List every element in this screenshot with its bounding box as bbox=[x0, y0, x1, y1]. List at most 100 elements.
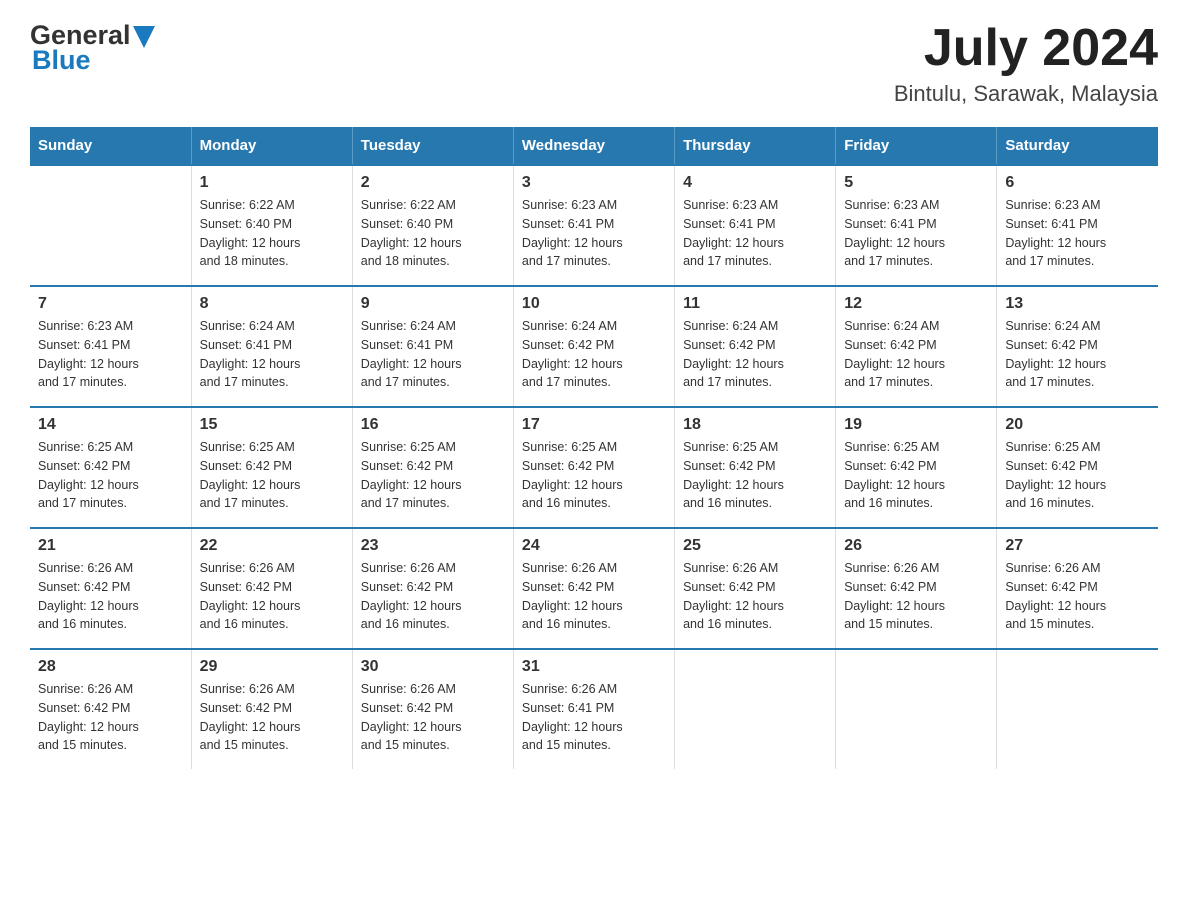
table-row: 25Sunrise: 6:26 AM Sunset: 6:42 PM Dayli… bbox=[675, 528, 836, 649]
day-info: Sunrise: 6:26 AM Sunset: 6:42 PM Dayligh… bbox=[38, 559, 183, 634]
table-row: 28 Sunrise: 6:26 AM Sunset: 6:42 PM Dayli… bbox=[30, 649, 191, 769]
day-number: 26 bbox=[844, 537, 988, 555]
day-number: 21 bbox=[38, 537, 183, 555]
day-info: Sunrise: 6:22 AM Sunset: 6:40 PM Dayligh… bbox=[200, 196, 344, 271]
day-number: 3 bbox=[522, 174, 666, 192]
col-friday: Friday bbox=[836, 127, 997, 165]
table-row: 9Sunrise: 6:24 AM Sunset: 6:41 PM Daylig… bbox=[352, 286, 513, 407]
calendar-week-row: 14 Sunrise: 6:25 AM Sunset: 6:42 PM Dayli… bbox=[30, 407, 1158, 528]
day-info: Sunrise: 6:26 AM Sunset: 6:42 PM Dayligh… bbox=[200, 559, 344, 634]
table-row: 29 Sunrise: 6:26 AM Sunset: 6:42 PM Dayli… bbox=[191, 649, 352, 769]
logo: General Blue bbox=[30, 20, 155, 76]
table-row: 20Sunrise: 6:25 AM Sunset: 6:42 PM Dayli… bbox=[997, 407, 1158, 528]
table-row: 15Sunrise: 6:25 AM Sunset: 6:42 PM Dayli… bbox=[191, 407, 352, 528]
day-number: 1 bbox=[200, 174, 344, 192]
col-sunday: Sunday bbox=[30, 127, 191, 165]
day-number: 2 bbox=[361, 174, 505, 192]
day-number: 18 bbox=[683, 416, 827, 434]
table-row: 5 Sunrise: 6:23 AM Sunset: 6:41 PM Daylig… bbox=[836, 165, 997, 286]
col-tuesday: Tuesday bbox=[352, 127, 513, 165]
day-number: 23 bbox=[361, 537, 505, 555]
table-row: 2 Sunrise: 6:22 AM Sunset: 6:40 PM Daylig… bbox=[352, 165, 513, 286]
day-info: Sunrise: 6:24 AM Sunset: 6:42 PM Dayligh… bbox=[1005, 317, 1150, 392]
day-number: 5 bbox=[844, 174, 988, 192]
day-number: 6 bbox=[1005, 174, 1150, 192]
table-row bbox=[675, 649, 836, 769]
calendar-week-row: 7Sunrise: 6:23 AM Sunset: 6:41 PM Daylig… bbox=[30, 286, 1158, 407]
day-number: 27 bbox=[1005, 537, 1150, 555]
day-info: Sunrise: 6:26 AM Sunset: 6:42 PM Dayligh… bbox=[200, 680, 344, 755]
day-info: Sunrise: 6:23 AM Sunset: 6:41 PM Dayligh… bbox=[683, 196, 827, 271]
table-row: 17 Sunrise: 6:25 AM Sunset: 6:42 PM Dayli… bbox=[513, 407, 674, 528]
table-row: 4 Sunrise: 6:23 AM Sunset: 6:41 PM Daylig… bbox=[675, 165, 836, 286]
day-info: Sunrise: 6:25 AM Sunset: 6:42 PM Dayligh… bbox=[522, 438, 666, 513]
col-monday: Monday bbox=[191, 127, 352, 165]
day-info: Sunrise: 6:26 AM Sunset: 6:42 PM Dayligh… bbox=[1005, 559, 1150, 634]
table-row: 13 Sunrise: 6:24 AM Sunset: 6:42 PM Dayli… bbox=[997, 286, 1158, 407]
day-number: 19 bbox=[844, 416, 988, 434]
day-info: Sunrise: 6:24 AM Sunset: 6:41 PM Dayligh… bbox=[200, 317, 344, 392]
day-info: Sunrise: 6:24 AM Sunset: 6:42 PM Dayligh… bbox=[844, 317, 988, 392]
day-info: Sunrise: 6:24 AM Sunset: 6:42 PM Dayligh… bbox=[683, 317, 827, 392]
day-number: 28 bbox=[38, 658, 183, 676]
day-number: 13 bbox=[1005, 295, 1150, 313]
table-row bbox=[30, 165, 191, 286]
table-row: 19 Sunrise: 6:25 AM Sunset: 6:42 PM Dayli… bbox=[836, 407, 997, 528]
day-info: Sunrise: 6:23 AM Sunset: 6:41 PM Dayligh… bbox=[844, 196, 988, 271]
day-number: 8 bbox=[200, 295, 344, 313]
table-row: 21 Sunrise: 6:26 AM Sunset: 6:42 PM Dayli… bbox=[30, 528, 191, 649]
table-row: 18 Sunrise: 6:25 AM Sunset: 6:42 PM Dayli… bbox=[675, 407, 836, 528]
day-info: Sunrise: 6:26 AM Sunset: 6:42 PM Dayligh… bbox=[522, 559, 666, 634]
table-row: 30Sunrise: 6:26 AM Sunset: 6:42 PM Dayli… bbox=[352, 649, 513, 769]
day-number: 9 bbox=[361, 295, 505, 313]
table-row: 6Sunrise: 6:23 AM Sunset: 6:41 PM Daylig… bbox=[997, 165, 1158, 286]
calendar-week-row: 1 Sunrise: 6:22 AM Sunset: 6:40 PM Daylig… bbox=[30, 165, 1158, 286]
table-row: 24 Sunrise: 6:26 AM Sunset: 6:42 PM Dayli… bbox=[513, 528, 674, 649]
col-saturday: Saturday bbox=[997, 127, 1158, 165]
day-info: Sunrise: 6:25 AM Sunset: 6:42 PM Dayligh… bbox=[38, 438, 183, 513]
day-number: 10 bbox=[522, 295, 666, 313]
day-info: Sunrise: 6:22 AM Sunset: 6:40 PM Dayligh… bbox=[361, 196, 505, 271]
day-info: Sunrise: 6:23 AM Sunset: 6:41 PM Dayligh… bbox=[522, 196, 666, 271]
logo-blue-text: Blue bbox=[32, 45, 91, 76]
day-number: 30 bbox=[361, 658, 505, 676]
day-number: 12 bbox=[844, 295, 988, 313]
day-number: 29 bbox=[200, 658, 344, 676]
day-info: Sunrise: 6:25 AM Sunset: 6:42 PM Dayligh… bbox=[844, 438, 988, 513]
day-number: 25 bbox=[683, 537, 827, 555]
table-row: 8 Sunrise: 6:24 AM Sunset: 6:41 PM Daylig… bbox=[191, 286, 352, 407]
table-row bbox=[836, 649, 997, 769]
day-number: 22 bbox=[200, 537, 344, 555]
day-number: 4 bbox=[683, 174, 827, 192]
table-row: 26 Sunrise: 6:26 AM Sunset: 6:42 PM Dayli… bbox=[836, 528, 997, 649]
table-row bbox=[997, 649, 1158, 769]
day-info: Sunrise: 6:26 AM Sunset: 6:41 PM Dayligh… bbox=[522, 680, 666, 755]
table-row: 23Sunrise: 6:26 AM Sunset: 6:42 PM Dayli… bbox=[352, 528, 513, 649]
page-header: General Blue July 2024 Bintulu, Sarawak,… bbox=[30, 20, 1158, 107]
day-info: Sunrise: 6:26 AM Sunset: 6:42 PM Dayligh… bbox=[844, 559, 988, 634]
day-number: 17 bbox=[522, 416, 666, 434]
table-row: 27 Sunrise: 6:26 AM Sunset: 6:42 PM Dayli… bbox=[997, 528, 1158, 649]
calendar-table: Sunday Monday Tuesday Wednesday Thursday… bbox=[30, 127, 1158, 769]
table-row: 31Sunrise: 6:26 AM Sunset: 6:41 PM Dayli… bbox=[513, 649, 674, 769]
table-row: 3 Sunrise: 6:23 AM Sunset: 6:41 PM Daylig… bbox=[513, 165, 674, 286]
table-row: 10 Sunrise: 6:24 AM Sunset: 6:42 PM Dayli… bbox=[513, 286, 674, 407]
calendar-header-row: Sunday Monday Tuesday Wednesday Thursday… bbox=[30, 127, 1158, 165]
day-number: 7 bbox=[38, 295, 183, 313]
day-info: Sunrise: 6:26 AM Sunset: 6:42 PM Dayligh… bbox=[38, 680, 183, 755]
table-row: 7Sunrise: 6:23 AM Sunset: 6:41 PM Daylig… bbox=[30, 286, 191, 407]
day-info: Sunrise: 6:24 AM Sunset: 6:42 PM Dayligh… bbox=[522, 317, 666, 392]
calendar-week-row: 21 Sunrise: 6:26 AM Sunset: 6:42 PM Dayli… bbox=[30, 528, 1158, 649]
day-number: 16 bbox=[361, 416, 505, 434]
day-number: 24 bbox=[522, 537, 666, 555]
day-info: Sunrise: 6:25 AM Sunset: 6:42 PM Dayligh… bbox=[683, 438, 827, 513]
table-row: 22 Sunrise: 6:26 AM Sunset: 6:42 PM Dayli… bbox=[191, 528, 352, 649]
day-number: 20 bbox=[1005, 416, 1150, 434]
page-title: July 2024 bbox=[894, 20, 1158, 77]
day-info: Sunrise: 6:25 AM Sunset: 6:42 PM Dayligh… bbox=[361, 438, 505, 513]
day-number: 15 bbox=[200, 416, 344, 434]
day-number: 14 bbox=[38, 416, 183, 434]
table-row: 14 Sunrise: 6:25 AM Sunset: 6:42 PM Dayli… bbox=[30, 407, 191, 528]
table-row: 16 Sunrise: 6:25 AM Sunset: 6:42 PM Dayli… bbox=[352, 407, 513, 528]
calendar-week-row: 28 Sunrise: 6:26 AM Sunset: 6:42 PM Dayli… bbox=[30, 649, 1158, 769]
